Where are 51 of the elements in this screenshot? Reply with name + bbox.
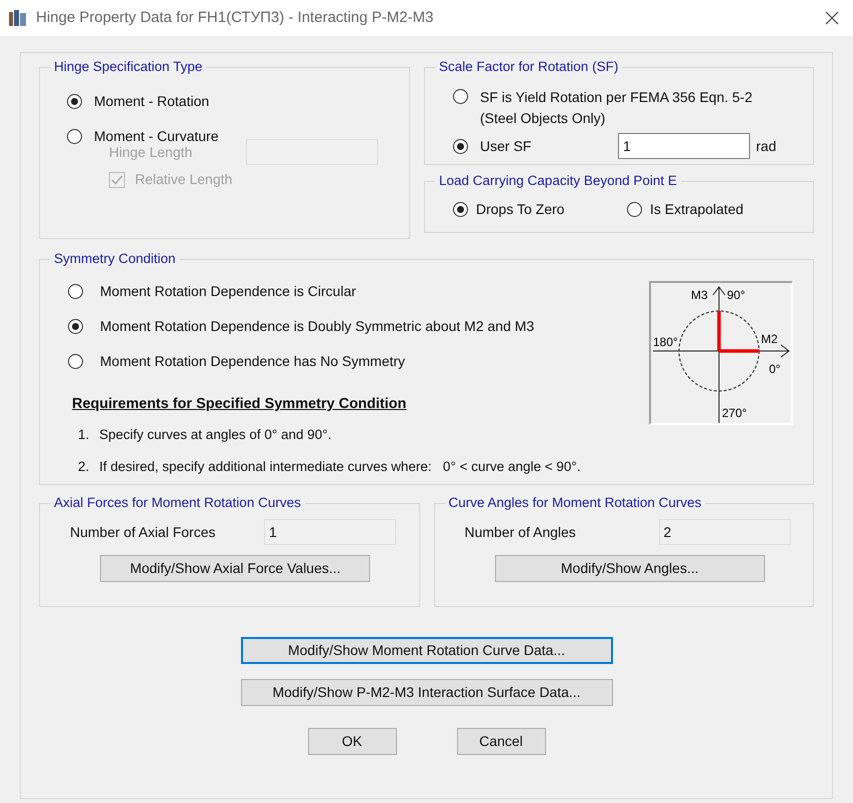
group-title: Curve Angles for Moment Rotation Curves: [448, 494, 702, 512]
text-field[interactable]: 1: [618, 133, 750, 160]
option-label: User SF: [480, 136, 532, 156]
field-label: Number of Axial Forces: [70, 522, 216, 542]
text-field[interactable]: 1: [264, 519, 396, 546]
option-note: (Steel Objects Only): [480, 109, 606, 128]
field-label: Number of Angles: [464, 522, 577, 542]
app-icon: [8, 9, 28, 27]
radio-button[interactable]: [67, 94, 82, 110]
list-number: 2.: [78, 458, 90, 476]
close-icon[interactable]: [825, 11, 839, 25]
radio-button[interactable]: [68, 284, 83, 300]
option-label: Drops To Zero: [476, 200, 564, 220]
radio-button[interactable]: [453, 139, 468, 154]
radio-button[interactable]: [453, 202, 468, 218]
option-label: Moment Rotation Dependence is Doubly Symmetric about M2 and M3: [100, 317, 534, 336]
group-title: Load Carrying Capacity Beyond Point E: [438, 172, 678, 190]
option-label: Is Extrapolated: [650, 200, 744, 220]
radio-button[interactable]: [68, 354, 83, 370]
group-title: Hinge Specification Type: [53, 58, 204, 76]
action-button[interactable]: Modify/Show P-M2-M3 Interaction Surface Data...: [240, 679, 612, 706]
checkbox-label: Relative Length: [135, 170, 232, 190]
list-number: 1.: [78, 426, 90, 444]
radio-button[interactable]: [627, 202, 642, 218]
action-button[interactable]: Modify/Show Axial Force Values...: [100, 555, 370, 582]
window-title: Hinge Property Data for FH1(СТУП3) - Interacting P-M2-M3: [36, 8, 434, 28]
group-title: Axial Forces for Moment Rotation Curves: [53, 494, 302, 512]
option-label: Moment - Rotation: [94, 92, 210, 112]
action-button[interactable]: OK: [308, 728, 396, 755]
axis-label: M3: [691, 288, 708, 302]
action-button[interactable]: Modify/Show Moment Rotation Curve Data...: [240, 637, 612, 664]
unit-label: rad: [756, 136, 776, 156]
option-label: Moment Rotation Dependence has No Symmetry: [100, 352, 406, 372]
axis-label: 0°: [769, 362, 780, 376]
option-label: Moment Rotation Dependence is Circular: [100, 282, 356, 302]
requirements-title: Requirements for Specified Symmetry Condition: [72, 395, 408, 414]
axis-label: 270°: [722, 406, 747, 420]
group-title: Scale Factor for Rotation (SF): [438, 58, 620, 76]
axis-label: M2: [761, 332, 778, 346]
requirement-text: If desired, specify additional intermediate curves where: 0° < curve angle < 90°.: [99, 458, 581, 476]
text-field[interactable]: 2: [658, 519, 790, 546]
requirement-text: Specify curves at angles of 0° and 90°.: [99, 426, 332, 444]
option-label: SF is Yield Rotation per FEMA 356 Eqn. 5-2: [480, 88, 752, 108]
axis-label: 180°: [653, 335, 678, 350]
group-title: Symmetry Condition: [53, 250, 177, 268]
action-button[interactable]: Cancel: [456, 728, 546, 755]
radio-button[interactable]: [68, 319, 83, 334]
radio-button[interactable]: [453, 89, 468, 104]
action-button[interactable]: Modify/Show Angles...: [494, 555, 765, 582]
radio-button[interactable]: [67, 129, 82, 144]
axis-label: 90°: [727, 288, 746, 302]
